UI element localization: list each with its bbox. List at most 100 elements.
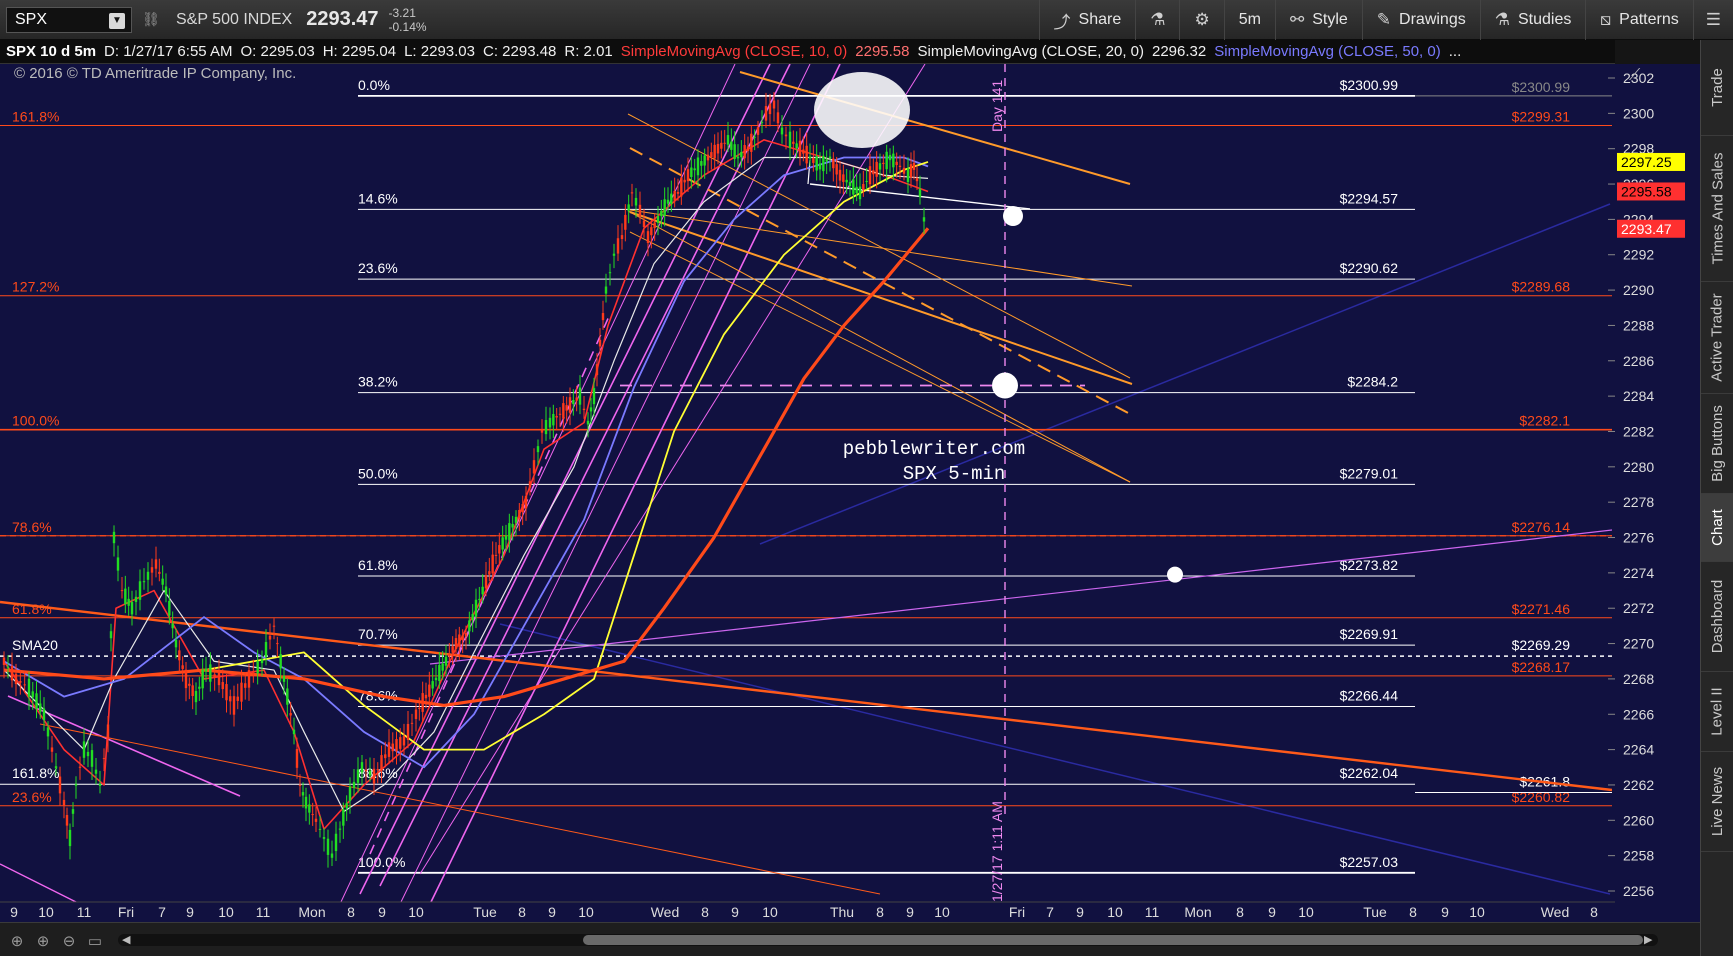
chart-toolbar: SPX ▼ ⛓ S&P 500 INDEX 2293.47 -3.21 -0.1… xyxy=(0,0,1733,40)
candle-body xyxy=(348,786,352,802)
flask-icon: ⚗ xyxy=(1150,10,1166,29)
candle-body xyxy=(875,161,878,177)
y-tick-label: 2288 xyxy=(1623,317,1654,333)
candle-body xyxy=(885,151,888,170)
bar-open: O: 2295.03 xyxy=(240,43,315,60)
candle-body xyxy=(868,166,872,185)
candle-body xyxy=(338,828,342,830)
side-tab-live-news[interactable]: Live News xyxy=(1701,752,1733,852)
scroll-track[interactable] xyxy=(118,934,1658,946)
toolbar-actions: ⤴ Share ⚗ ⚙ 5m ⚯ Style ✎ Drawings ⚗ Studies … xyxy=(1038,0,1733,40)
more-studies[interactable]: ... xyxy=(1449,43,1462,60)
candle-body xyxy=(726,135,730,145)
candle-body xyxy=(174,639,178,648)
candle-body xyxy=(184,669,188,689)
candle-body xyxy=(481,586,484,595)
x-tick-label: 11 xyxy=(256,904,271,920)
sma10-label[interactable]: SimpleMovingAvg (CLOSE, 10, 0) xyxy=(621,43,848,60)
y-tick-label: 2256 xyxy=(1623,883,1654,899)
side-tab-chart[interactable]: Chart xyxy=(1701,494,1733,562)
y-tick-label: 2290 xyxy=(1623,282,1654,298)
patterns-button[interactable]: ⧅ Patterns xyxy=(1585,0,1692,40)
candle-body xyxy=(855,186,858,194)
side-tab-big-buttons[interactable]: Big Buttons xyxy=(1701,394,1733,494)
candle-body xyxy=(795,143,798,149)
candle-body xyxy=(298,784,302,786)
zoom-out-icon[interactable]: ⊖ xyxy=(60,932,78,950)
scroll-thumb[interactable] xyxy=(583,935,1643,945)
candle-body xyxy=(90,750,94,767)
price-chart[interactable]: 161.8% $2299.31 127.2% $2289.68 100.0% $2282.… xyxy=(0,64,1700,922)
share-button[interactable]: ⤴ Share xyxy=(1038,0,1136,40)
side-tab-trade[interactable]: Trade xyxy=(1701,40,1733,136)
style-button[interactable]: ⚯ Style xyxy=(1274,0,1362,40)
candle-body xyxy=(86,751,90,757)
candle-body xyxy=(548,417,552,428)
candle-body xyxy=(360,762,364,773)
settings-button[interactable]: ⚙ xyxy=(1179,0,1223,40)
fib-label: 70.7% xyxy=(358,626,398,642)
fib-label: 50.0% xyxy=(358,465,398,481)
candle-body xyxy=(620,235,624,240)
candle-body xyxy=(380,755,383,771)
side-tab-dashboard[interactable]: Dashboard xyxy=(1701,562,1733,672)
candle-body xyxy=(410,722,414,724)
x-tick-label: 8 xyxy=(347,904,355,920)
chevron-down-icon[interactable]: ▼ xyxy=(109,12,125,29)
time-scrollbar[interactable]: ⊕ ⊕ ⊖ ▭ ◀ ▶ xyxy=(0,922,1700,956)
candle-body xyxy=(798,140,802,157)
scale-icon[interactable]: ⟋ xyxy=(1629,67,1641,84)
candle-body xyxy=(406,723,410,740)
sma20-value: 2296.32 xyxy=(1152,43,1207,60)
candle-body xyxy=(892,153,895,168)
candle-body xyxy=(431,681,434,689)
candle-body xyxy=(454,638,458,650)
candle-body xyxy=(474,599,478,617)
x-tick-label: 8 xyxy=(1409,904,1417,920)
candle-body xyxy=(229,696,232,702)
x-tick-label: 9 xyxy=(1441,904,1449,920)
candle-body xyxy=(441,663,444,671)
candle-body xyxy=(700,161,703,166)
candle-body xyxy=(656,215,660,223)
price-axis[interactable]: 2256 2258 2260 2262 2264 2266 2268 2270 2272 2274… xyxy=(1615,64,1700,922)
candle-body xyxy=(555,415,558,418)
red-fib-value: $2289.68 xyxy=(1512,279,1571,295)
marker-dot xyxy=(992,372,1018,399)
y-tick-label: 2292 xyxy=(1623,247,1654,263)
candle-body xyxy=(198,686,201,689)
timeframe-button[interactable]: 5m xyxy=(1223,0,1275,40)
y-tick-label: 2262 xyxy=(1623,777,1654,793)
zoom-reset-icon[interactable]: ▭ xyxy=(86,932,104,950)
side-tab-times-and-sales[interactable]: Times And Sales xyxy=(1701,136,1733,282)
sma20-label[interactable]: SimpleMovingAvg (CLOSE, 20, 0) xyxy=(918,43,1145,60)
x-tick-label: Fri xyxy=(118,904,134,920)
flask-button[interactable]: ⚗ xyxy=(1135,0,1179,40)
candle-body xyxy=(171,623,174,629)
scroll-left-icon[interactable]: ◀ xyxy=(122,933,130,946)
candle-body xyxy=(540,430,544,433)
symbol-selector[interactable]: SPX ▼ xyxy=(6,6,132,33)
side-tab-active-trader[interactable]: Active Trader xyxy=(1701,282,1733,394)
candle-body xyxy=(514,516,518,523)
candle-body xyxy=(544,420,548,435)
candle-body xyxy=(168,600,171,616)
scroll-right-icon[interactable]: ▶ xyxy=(1644,933,1652,946)
x-tick-label: Mon xyxy=(298,904,325,920)
side-tab-level-ii[interactable]: Level II xyxy=(1701,672,1733,752)
drawings-button[interactable]: ✎ Drawings xyxy=(1361,0,1480,40)
chart-canvas[interactable]: 161.8% $2299.31127.2% $2289.68100.0% $2282.… xyxy=(0,64,1615,922)
crosshair-icon[interactable]: ⊕ xyxy=(8,932,26,950)
candle-body xyxy=(865,180,868,182)
studies-button[interactable]: ⚗ Studies xyxy=(1479,0,1586,40)
sma50-label[interactable]: SimpleMovingAvg (CLOSE, 50, 0) xyxy=(1214,43,1441,60)
candle-body xyxy=(895,161,898,166)
link-icon[interactable]: ⛓ xyxy=(140,7,162,33)
candle-body xyxy=(706,154,710,161)
candle-body xyxy=(604,286,608,294)
zoom-in-icon[interactable]: ⊕ xyxy=(34,932,52,950)
menu-button[interactable]: ☰ xyxy=(1692,0,1733,40)
flask-study-icon: ⚗ xyxy=(1494,10,1510,29)
candle-body xyxy=(565,405,568,411)
candle-body xyxy=(109,631,113,639)
